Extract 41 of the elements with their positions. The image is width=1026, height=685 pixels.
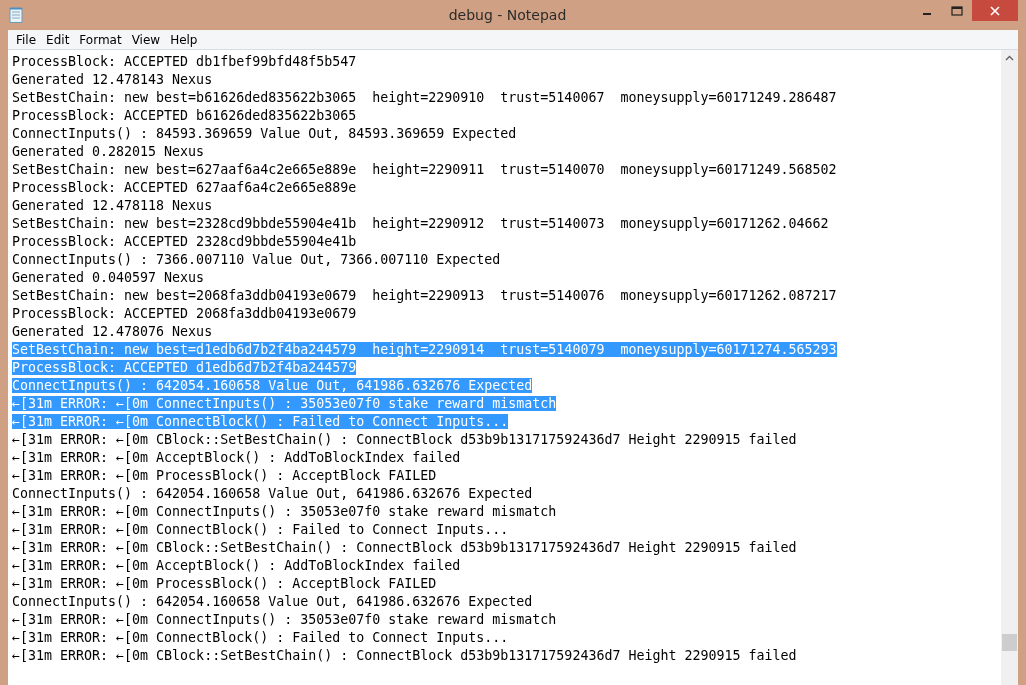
log-line: ←[31m ERROR: ←[0m CBlock::SetBestChain() : ConnectBlock d53b9b131717592436d7 Height 2290915 failed [12, 648, 797, 663]
log-line: SetBestChain: new best=b61626ded835622b3065 height=2290910 trust=5140067 moneysupply=60171249.286487 [12, 90, 837, 105]
log-line: SetBestChain: new best=627aaf6a4c2e665e889e height=2290911 trust=5140070 moneysupply=60171249.568502 [12, 162, 837, 177]
log-line: ←[31m ERROR: ←[0m ProcessBlock() : AcceptBlock FAILED [12, 576, 437, 591]
log-line: Generated 12.478143 Nexus [12, 72, 213, 87]
log-line: ←[31m ERROR: ←[0m CBlock::SetBestChain() : ConnectBlock d53b9b131717592436d7 Height 2290915 failed [12, 540, 797, 555]
log-line: ←[31m ERROR: ←[0m ConnectInputs() : 35053e07f0 stake reward mismatch [12, 612, 557, 627]
close-icon [990, 5, 1000, 16]
log-line: ←[31m ERROR: ←[0m ConnectBlock() : Failed to Connect Inputs... [12, 522, 509, 537]
log-line: ←[31m ERROR: ←[0m ConnectBlock() : Failed to Connect Inputs... [12, 630, 509, 645]
log-line: ←[31m ERROR: ←[0m CBlock::SetBestChain() : ConnectBlock d53b9b131717592436d7 Height 2290915 failed [12, 432, 797, 447]
log-line: ConnectInputs() : 642054.160658 Value Out, 641986.632676 Expected [12, 486, 533, 501]
menu-item[interactable]: Help [165, 31, 203, 48]
menu-item[interactable]: File [11, 31, 42, 48]
log-line: ProcessBlock: ACCEPTED db1fbef99bfd48f5b547 [12, 54, 357, 69]
log-line: SetBestChain: new best=2068fa3ddb04193e0679 height=2290913 trust=5140076 moneysupply=60171262.087217 [12, 288, 837, 303]
window-title: debug - Notepad [447, 7, 568, 23]
log-line: ProcessBlock: ACCEPTED 2328cd9bbde55904e41b [12, 234, 357, 249]
log-line: Generated 0.282015 Nexus [12, 144, 205, 159]
log-line: ProcessBlock: ACCEPTED 2068fa3ddb04193e0679 [12, 306, 357, 321]
log-line: ←[31m ERROR: ←[0m ProcessBlock() : AcceptBlock FAILED [12, 468, 437, 483]
log-line: ConnectInputs() : 84593.369659 Value Out, 84593.369659 Expected [12, 126, 517, 141]
maximize-icon [951, 5, 963, 16]
log-line: ProcessBlock: ACCEPTED b61626ded835622b3065 [12, 108, 357, 123]
notepad-icon [9, 7, 23, 23]
vertical-scrollbar[interactable] [1001, 50, 1018, 685]
log-line: ProcessBlock: ACCEPTED 627aaf6a4c2e665e889e [12, 180, 357, 195]
log-line: SetBestChain: new best=2328cd9bbde55904e41b height=2290912 trust=5140073 moneysupply=60171262.04662 [12, 216, 829, 231]
log-line: ConnectInputs() : 642054.160658 Value Out, 641986.632676 Expected [12, 594, 533, 609]
menu-item[interactable]: Edit [41, 31, 75, 48]
menu-item[interactable]: Format [74, 31, 127, 48]
minimize-icon [923, 12, 931, 15]
log-line: Generated 0.040597 Nexus [12, 270, 205, 285]
menu-item[interactable]: View [126, 31, 166, 48]
log-line: ConnectInputs() : 7366.007110 Value Out, 7366.007110 Expected [12, 252, 501, 267]
log-line: ←[31m ERROR: ←[0m AcceptBlock() : AddToBlockIndex failed [12, 450, 461, 465]
log-line: ←[31m ERROR: ←[0m AcceptBlock() : AddToBlockIndex failed [12, 558, 461, 573]
log-line: Generated 12.478118 Nexus [12, 198, 213, 213]
log-line: Generated 12.478076 Nexus [12, 324, 213, 339]
log-line: ←[31m ERROR: ←[0m ConnectInputs() : 35053e07f0 stake reward mismatch [12, 504, 557, 519]
scrollbar-thumb[interactable] [1002, 634, 1017, 651]
